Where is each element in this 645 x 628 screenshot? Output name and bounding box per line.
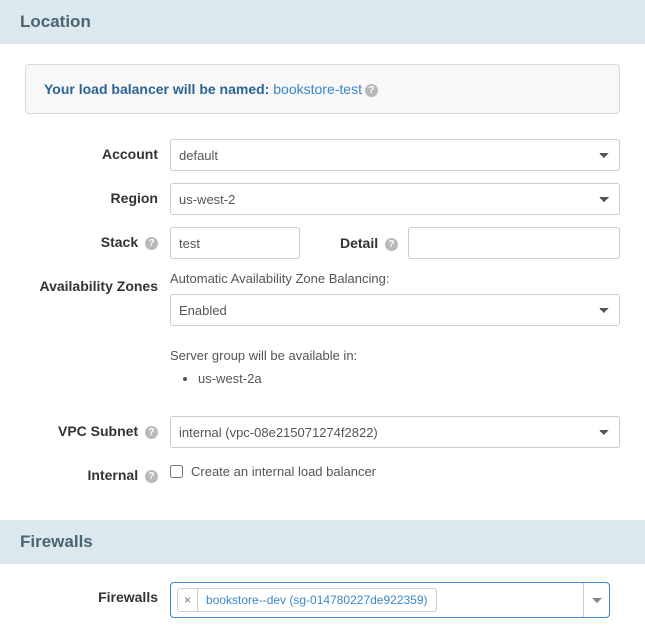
lb-name-callout: Your load balancer will be named: bookst…	[25, 64, 620, 114]
chip-label: bookstore--dev (sg-014780227de922359)	[198, 593, 436, 607]
help-icon[interactable]: ?	[145, 470, 158, 483]
label-vpc-subnet: VPC Subnet ?	[25, 416, 170, 439]
server-group-note: Server group will be available in:	[170, 348, 620, 363]
section-header-location: Location	[0, 0, 645, 44]
zone-item: us-west-2a	[198, 371, 620, 386]
label-internal: Internal ?	[25, 460, 170, 483]
vpc-subnet-select[interactable]: internal (vpc-08e215071274f2822)	[170, 416, 620, 448]
label-region: Region	[25, 183, 170, 206]
chip-remove-icon[interactable]: ×	[178, 589, 198, 611]
firewalls-multiselect[interactable]: × bookstore--dev (sg-014780227de922359)	[170, 582, 610, 618]
firewalls-panel: Firewalls × bookstore--dev (sg-014780227…	[0, 564, 645, 628]
help-icon[interactable]: ?	[365, 84, 378, 97]
region-select[interactable]: us-west-2	[170, 183, 620, 215]
zone-list: us-west-2a	[170, 371, 620, 386]
stack-input[interactable]	[170, 227, 300, 259]
internal-checkbox-label: Create an internal load balancer	[191, 464, 376, 479]
label-account: Account	[25, 139, 170, 162]
chevron-down-icon[interactable]	[583, 583, 609, 617]
label-availability-zones: Availability Zones	[25, 271, 170, 294]
az-mode-label: Automatic Availability Zone Balancing:	[170, 271, 620, 286]
lb-name-value: bookstore-test	[273, 81, 362, 97]
label-firewalls: Firewalls	[25, 582, 170, 605]
label-detail: Detail ?	[310, 235, 398, 251]
label-stack: Stack ?	[25, 227, 170, 250]
account-select[interactable]: default	[170, 139, 620, 171]
callout-prefix: Your load balancer will be named:	[44, 81, 269, 97]
help-icon[interactable]: ?	[145, 237, 158, 250]
internal-checkbox[interactable]	[170, 465, 183, 478]
help-icon[interactable]: ?	[385, 238, 398, 251]
detail-input[interactable]	[408, 227, 620, 259]
az-mode-select[interactable]: Enabled	[170, 294, 620, 326]
help-icon[interactable]: ?	[145, 426, 158, 439]
section-header-firewalls: Firewalls	[0, 520, 645, 564]
location-panel: Your load balancer will be named: bookst…	[0, 44, 645, 520]
firewall-chip: × bookstore--dev (sg-014780227de922359)	[177, 588, 437, 612]
